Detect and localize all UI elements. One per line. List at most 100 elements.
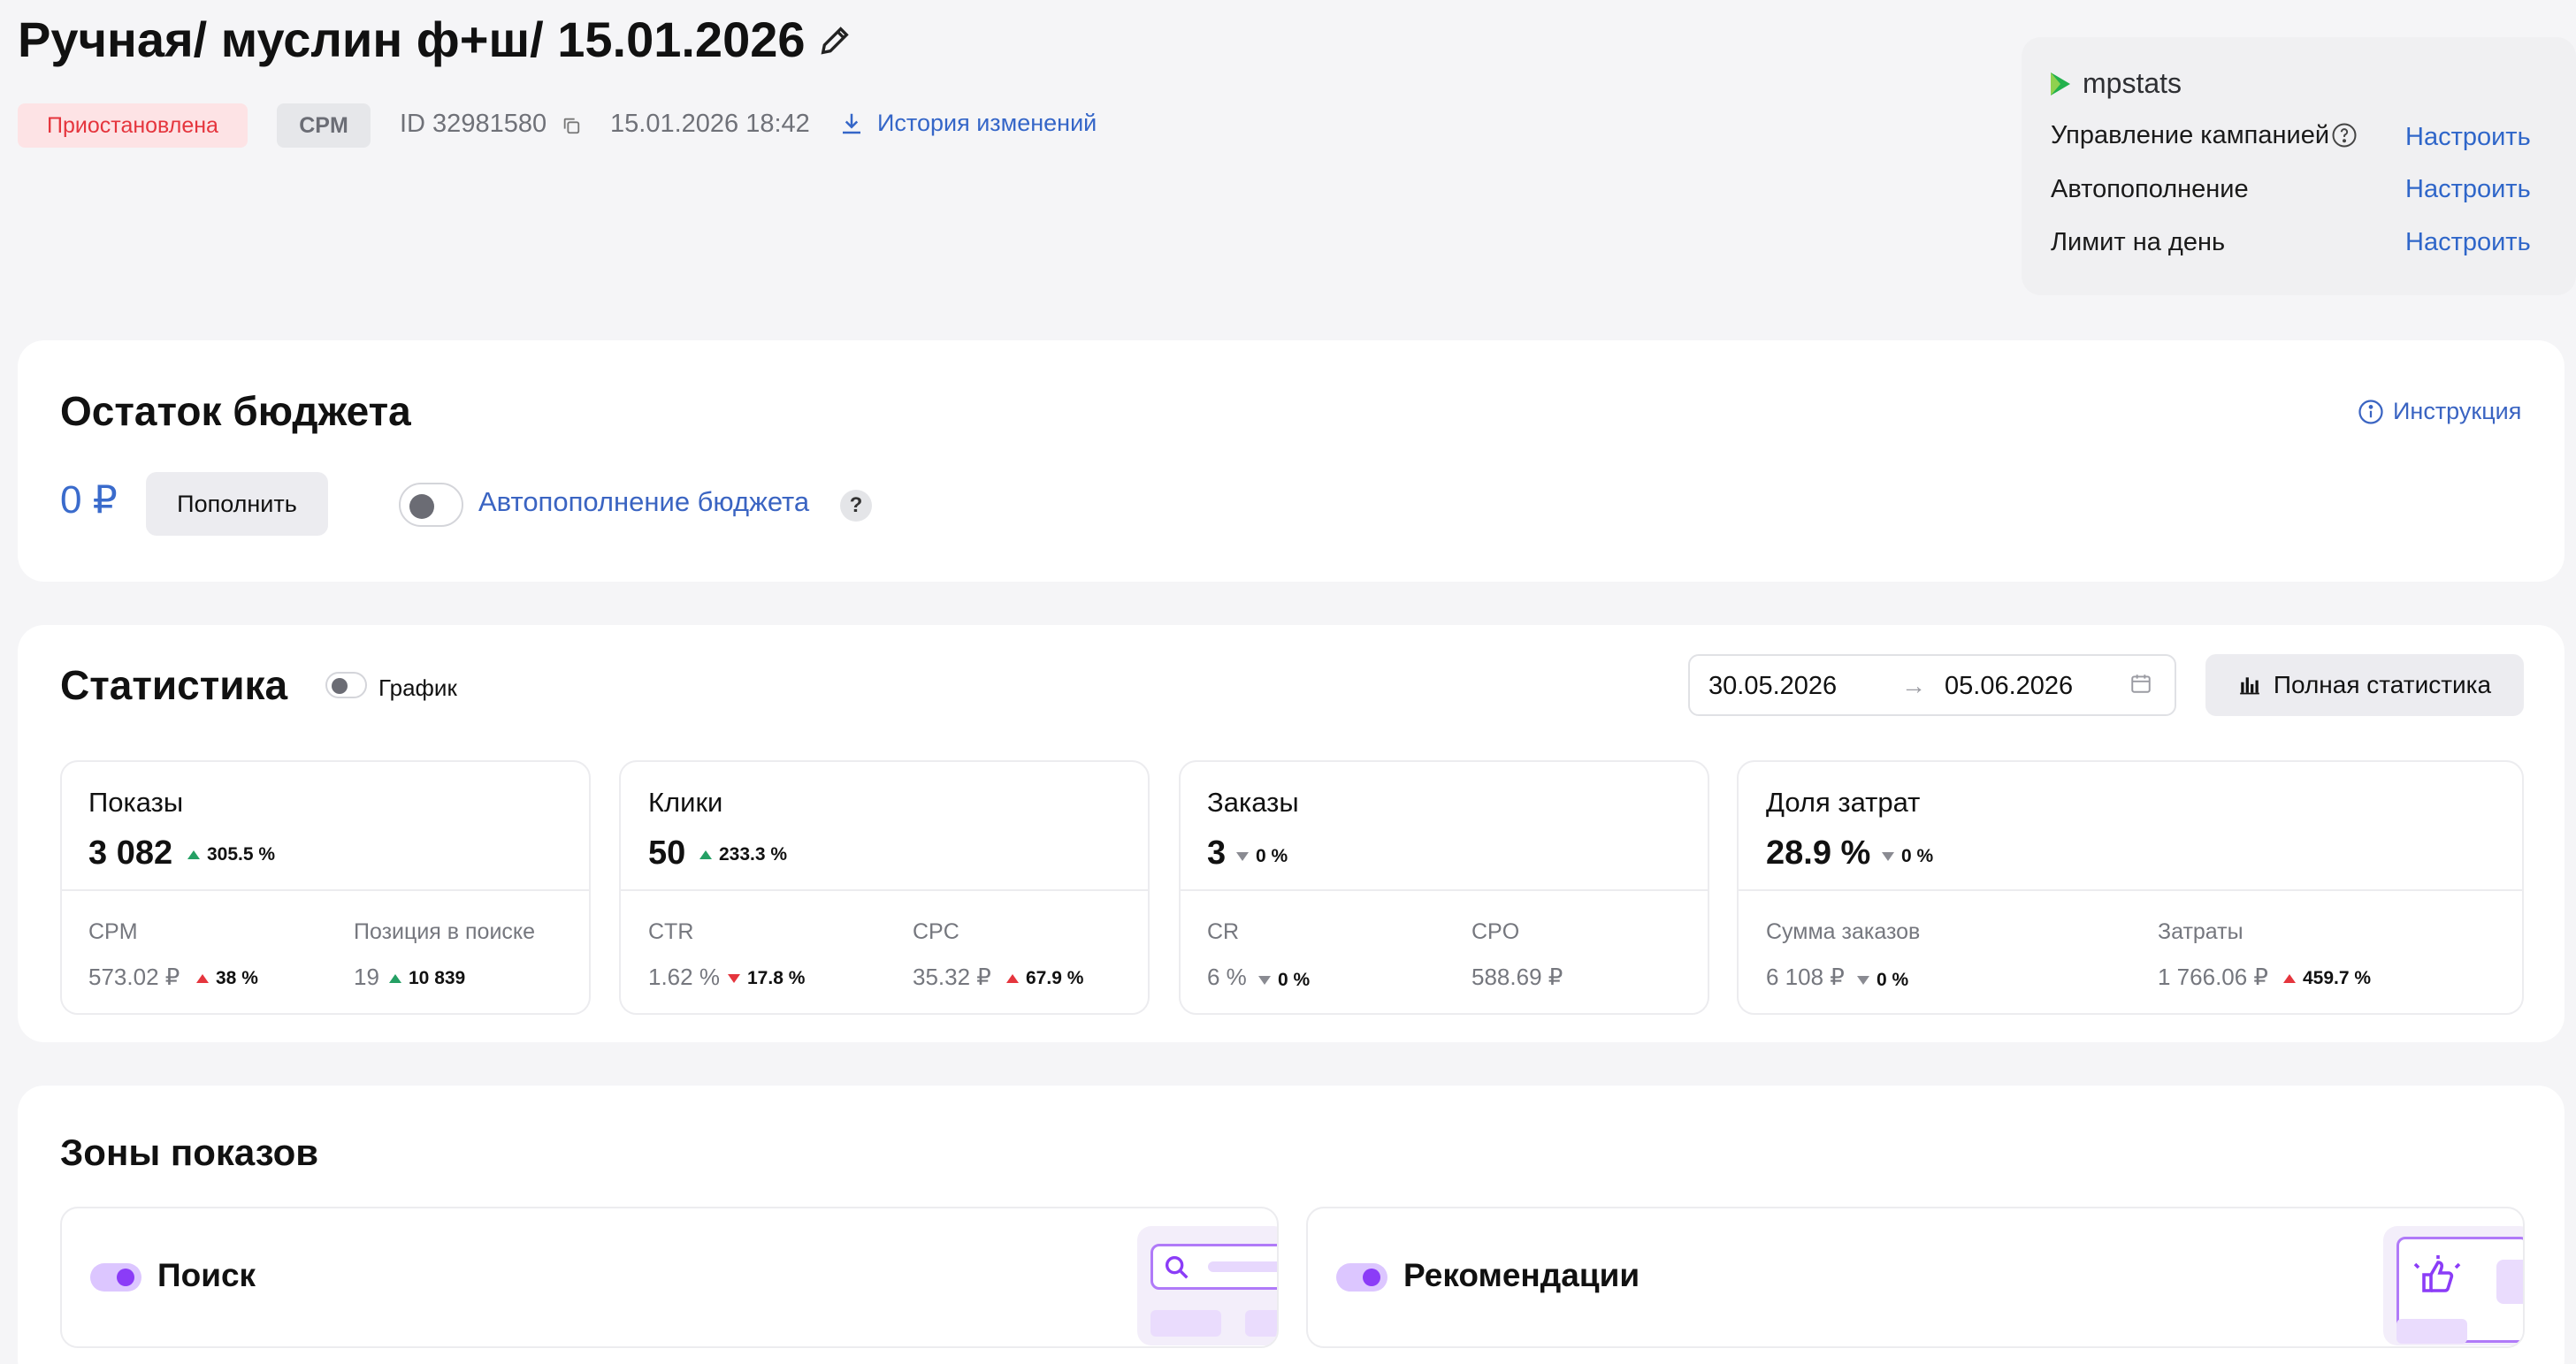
campaign-id: ID 32981580 [400, 110, 547, 138]
sub-metric-delta: 0 % [1258, 970, 1310, 991]
budget-card [18, 340, 2565, 582]
divider [1181, 889, 1708, 891]
zones-title: Зоны показов [60, 1132, 319, 1173]
toggle-knob [409, 494, 434, 519]
sub-metric-value: 35.32 ₽ [913, 964, 991, 990]
mpstats-logo: mpstats [2049, 67, 2182, 100]
sub-metric-label: CPC [913, 919, 959, 944]
stats-title: Статистика [60, 662, 288, 708]
delta-value: 305.5 % [207, 844, 276, 865]
arrow-up-icon [699, 850, 712, 859]
sub-metric-label: Затраты [2158, 919, 2243, 944]
calendar-icon[interactable] [2129, 672, 2152, 695]
metric-value: 50 [648, 834, 686, 872]
arrow-down-icon [1882, 852, 1894, 861]
delta-value: 233.3 % [719, 844, 788, 865]
delta-value: 17.8 % [747, 968, 806, 988]
toggle-knob [117, 1269, 134, 1286]
graph-toggle[interactable] [325, 672, 367, 698]
arrow-down-icon [728, 974, 740, 983]
sub-metric-value: 1.62 % [648, 964, 720, 990]
graph-label: График [378, 674, 457, 701]
mpstats-configure-daily-limit[interactable]: Настроить [2405, 228, 2531, 257]
campaign-datetime: 15.01.2026 18:42 [610, 110, 810, 138]
mpstats-configure-autotopup[interactable]: Настроить [2405, 175, 2531, 204]
sub-metric-value: 19 [354, 964, 379, 990]
mpstats-logo-icon [2051, 72, 2070, 95]
arrow-down-icon [1857, 976, 1869, 985]
delta-value: 38 % [216, 968, 258, 988]
sub-metric-delta: 459.7 % [2283, 968, 2371, 989]
sub-metric-delta: 17.8 % [728, 968, 805, 989]
sub-metric-value: 588.69 ₽ [1471, 964, 1563, 990]
delta-value: 0 % [1256, 846, 1288, 866]
arrow-up-icon [196, 974, 209, 983]
toggle-knob [1363, 1269, 1380, 1286]
zone-search-toggle[interactable] [90, 1263, 141, 1292]
date-from[interactable]: 30.05.2026 [1708, 672, 1837, 701]
arrow-up-icon [187, 850, 200, 859]
sub-metric-value: 1 766.06 ₽ [2158, 964, 2268, 990]
metric-title: Заказы [1207, 787, 1299, 818]
download-icon [843, 113, 860, 133]
arrow-up-icon [1006, 974, 1019, 983]
mpstats-label-daily-limit: Лимит на день [2051, 228, 2226, 256]
metric-delta: 0 % [1236, 846, 1288, 867]
sub-metric-value: 573.02 ₽ [88, 964, 180, 990]
history-link-label: История изменений [877, 110, 1097, 136]
metric-value: 28.9 % [1766, 834, 1871, 872]
mpstats-label-autotopup: Автопополнение [2051, 175, 2249, 203]
instruction-label: Инструкция [2393, 398, 2522, 424]
auto-topup-help-icon[interactable]: ? [840, 490, 872, 522]
arrow-down-icon [1236, 852, 1249, 861]
sub-metric-label: CPM [88, 919, 138, 944]
auto-topup-label[interactable]: Автопополнение бюджета [478, 486, 809, 518]
sub-metric-label: CR [1207, 919, 1240, 944]
budget-title: Остаток бюджета [60, 388, 411, 434]
sub-metric-label: Позиция в поиске [354, 919, 536, 944]
recommendations-zone-illustration [2383, 1226, 2523, 1345]
arrow-up-icon [389, 974, 401, 983]
sub-metric-label: Сумма заказов [1766, 919, 1921, 944]
thumbs-up-icon [2413, 1255, 2461, 1292]
delta-value: 10 839 [409, 968, 466, 988]
delta-value: 0 % [1877, 970, 1909, 990]
pencil-icon[interactable] [817, 23, 852, 58]
search-icon [1165, 1255, 1189, 1279]
metric-title: Клики [648, 787, 723, 818]
zone-recommendations-label: Рекомендации [1403, 1257, 1640, 1293]
info-icon [2358, 399, 2383, 424]
help-icon[interactable] [2331, 122, 2358, 149]
sub-metric-delta: 10 839 [389, 968, 465, 989]
auto-topup-toggle[interactable] [399, 483, 463, 527]
delta-value: 67.9 % [1026, 968, 1084, 988]
divider [621, 889, 1148, 891]
divider [1739, 889, 2522, 891]
sub-metric-label: CTR [648, 919, 694, 944]
history-link[interactable]: История изменений [838, 110, 1097, 137]
toggle-knob [332, 678, 348, 694]
metric-title: Показы [88, 787, 184, 818]
full-stats-label: Полная статистика [2273, 671, 2492, 698]
copy-icon[interactable] [562, 116, 581, 135]
sub-metric-value: 6 % [1207, 964, 1247, 990]
metric-delta: 0 % [1882, 846, 1933, 867]
arrow-down-icon [1258, 976, 1271, 985]
sub-metric-delta: 0 % [1857, 970, 1908, 991]
zone-recommendations-toggle[interactable] [1336, 1263, 1387, 1292]
metric-title: Доля затрат [1766, 787, 1921, 818]
topup-button[interactable]: Пополнить [146, 472, 328, 536]
delta-value: 0 % [1901, 846, 1934, 866]
date-to[interactable]: 05.06.2026 [1945, 672, 2073, 701]
mpstats-configure-campaign[interactable]: Настроить [2405, 123, 2531, 152]
sub-metric-delta: 38 % [196, 968, 258, 989]
mpstats-brand: mpstats [2083, 67, 2182, 99]
campaign-type-badge: CPM [277, 103, 371, 148]
page-title: Ручная/ муслин ф+ш/ 15.01.2026 [18, 11, 806, 67]
metric-delta: 305.5 % [187, 844, 275, 865]
instruction-link[interactable]: Инструкция [2358, 398, 2521, 425]
delta-value: 459.7 % [2303, 968, 2372, 988]
full-stats-button[interactable]: Полная статистика [2205, 654, 2524, 716]
metric-value: 3 [1207, 834, 1227, 872]
divider [62, 889, 589, 891]
